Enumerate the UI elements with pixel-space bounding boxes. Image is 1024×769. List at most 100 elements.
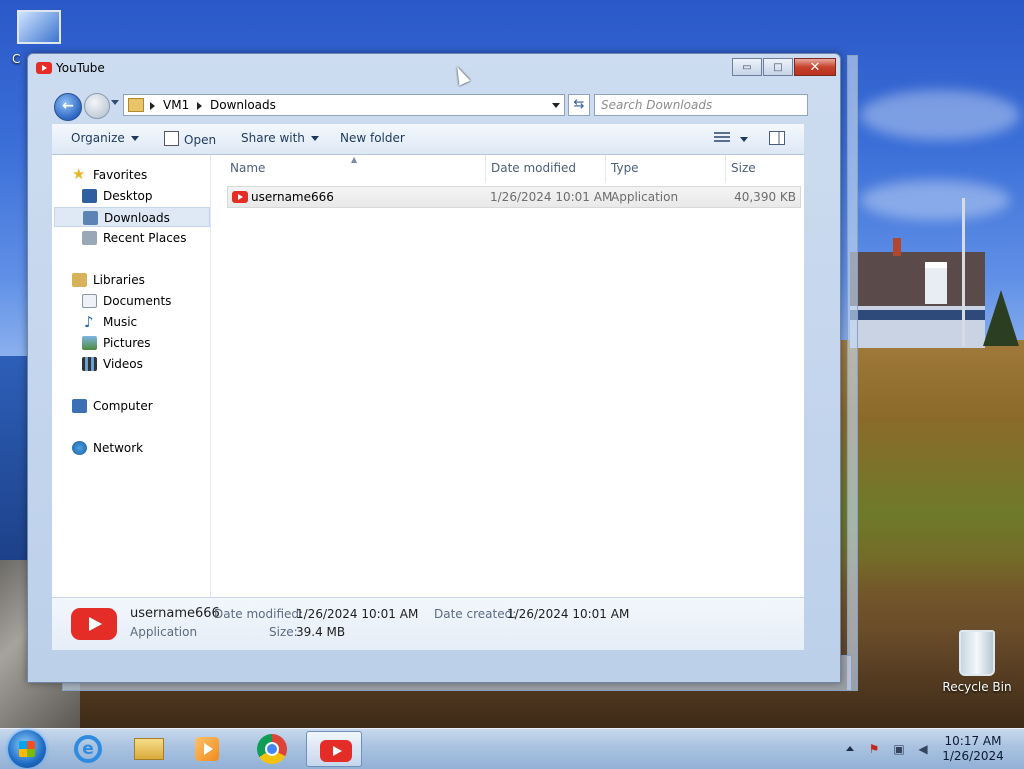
open-label: Open [184, 133, 217, 147]
sidebar-item-documents[interactable]: Documents [52, 291, 208, 311]
sidebar-network-label: Network [93, 441, 144, 455]
sidebar-item-network[interactable]: Network [52, 438, 208, 458]
details-size-label: Size: [269, 625, 298, 639]
forward-button[interactable] [84, 93, 110, 119]
file-list: ▲ Name Date modified Type Size username6… [211, 155, 804, 597]
sidebar-item-videos[interactable]: Videos [52, 354, 208, 374]
taskbar-windows-explorer[interactable] [120, 731, 176, 767]
libraries-icon [72, 273, 87, 287]
sidebar-item-desktop[interactable]: Desktop [52, 186, 208, 206]
window-titlebar[interactable]: YouTube ▭ □ ✕ [28, 54, 840, 84]
navigation-pane: ★ Favorites Desktop Downloads Recent Pla… [52, 155, 211, 597]
breadcrumb-vm1[interactable]: VM1 [163, 98, 189, 112]
desktop-icon [82, 189, 97, 203]
network-icon [72, 441, 87, 455]
youtube-icon [36, 62, 52, 74]
taskbar-internet-explorer[interactable]: e [60, 731, 116, 767]
media-player-icon [195, 737, 219, 761]
system-clock[interactable]: 10:17 AM 1/26/2024 [936, 734, 1010, 764]
sidebar-item-pictures[interactable]: Pictures [52, 333, 208, 353]
details-pane: username666 Application Date modified: 1… [52, 597, 804, 650]
taskbar-google-chrome[interactable] [243, 731, 299, 767]
youtube-icon [71, 608, 117, 640]
column-header-date-modified[interactable]: Date modified [491, 161, 576, 175]
sidebar-computer-label: Computer [93, 399, 153, 413]
ghost-window-edge [847, 55, 858, 691]
sidebar-item-recent-places[interactable]: Recent Places [52, 228, 208, 248]
column-header-name[interactable]: Name [230, 161, 265, 175]
column-divider[interactable] [725, 155, 726, 183]
clock-date: 1/26/2024 [942, 749, 1004, 763]
chevron-down-icon [130, 136, 139, 141]
sidebar-item-libraries[interactable]: Libraries [52, 270, 208, 290]
sidebar-item-computer[interactable]: Computer [52, 396, 208, 416]
share-with-menu[interactable]: Share with [241, 131, 319, 145]
column-divider[interactable] [605, 155, 606, 183]
share-with-label: Share with [241, 131, 305, 145]
breadcrumb-separator-icon[interactable] [197, 102, 202, 110]
command-toolbar: Organize Open Share with New folder [52, 124, 804, 155]
folder-icon [134, 738, 164, 760]
file-name: username666 [251, 190, 334, 204]
window-title: YouTube [56, 61, 105, 75]
taskbar-media-player[interactable] [180, 731, 236, 767]
refresh-button[interactable]: ⇆ [568, 94, 590, 116]
desktop-recycle-bin[interactable]: Recycle Bin [940, 630, 1014, 694]
star-icon: ★ [72, 165, 86, 183]
close-button[interactable]: ✕ [794, 58, 836, 76]
breadcrumb-downloads[interactable]: Downloads [210, 98, 276, 112]
organize-label: Organize [71, 131, 125, 145]
caption-buttons: ▭ □ ✕ [732, 58, 836, 78]
minimize-button[interactable]: ▭ [732, 58, 762, 76]
internet-explorer-icon: e [74, 735, 102, 763]
network-tray-icon[interactable]: ▣ [891, 741, 907, 757]
details-file-type: Application [130, 625, 198, 639]
sidebar-desktop-label: Desktop [103, 189, 153, 203]
music-note-icon: ♪ [84, 313, 94, 331]
new-folder-button[interactable]: New folder [340, 131, 405, 145]
column-divider[interactable] [485, 155, 486, 183]
details-date-created-value: 1/26/2024 10:01 AM [507, 607, 630, 621]
arrow-left-icon: ← [62, 98, 74, 114]
recycle-bin-icon [959, 630, 995, 676]
volume-muted-icon[interactable]: ◀ [915, 741, 931, 757]
sidebar-libraries-label: Libraries [93, 273, 145, 287]
preview-pane-icon[interactable] [769, 131, 785, 145]
open-button[interactable]: Open [164, 131, 216, 147]
videos-icon [82, 357, 97, 371]
taskbar: e ⚑ ▣ ◀ 10:17 AM 1/26/2024 [0, 728, 1024, 769]
file-type: Application [611, 190, 679, 204]
sidebar-item-downloads[interactable]: Downloads [54, 207, 210, 227]
taskbar-youtube[interactable] [306, 731, 362, 767]
explorer-window: YouTube ▭ □ ✕ ← VM1 Downloads ⇆ Search D… [27, 53, 841, 683]
start-button[interactable] [8, 730, 46, 768]
back-button[interactable]: ← [54, 93, 82, 121]
action-center-flag-icon[interactable]: ⚑ [866, 741, 882, 757]
clock-time: 10:17 AM [944, 734, 1002, 748]
sidebar-music-label: Music [103, 315, 138, 329]
youtube-icon [232, 191, 248, 203]
view-options-dropdown[interactable] [740, 137, 748, 142]
change-view-icon[interactable] [714, 132, 730, 144]
sidebar-downloads-label: Downloads [104, 211, 170, 225]
column-header-size[interactable]: Size [731, 161, 756, 175]
youtube-icon [320, 740, 352, 762]
recent-pages-dropdown[interactable] [111, 100, 119, 105]
file-size: 40,390 KB [734, 190, 796, 204]
address-row: ← VM1 Downloads ⇆ Search Downloads [46, 90, 836, 122]
address-dropdown-icon[interactable] [552, 103, 560, 108]
maximize-button[interactable]: □ [763, 58, 793, 76]
address-bar[interactable]: VM1 Downloads [123, 94, 565, 116]
sidebar-item-favorites[interactable]: ★ Favorites [52, 165, 208, 185]
documents-icon [82, 294, 97, 308]
organize-menu[interactable]: Organize [71, 131, 139, 145]
file-date-modified: 1/26/2024 10:01 AM [490, 190, 613, 204]
table-row[interactable]: username666 1/26/2024 10:01 AM Applicati… [227, 186, 801, 208]
sort-arrow-icon: ▲ [351, 155, 358, 164]
breadcrumb-separator-icon[interactable] [150, 102, 155, 110]
column-header-type[interactable]: Type [611, 161, 639, 175]
show-hidden-icons-button[interactable] [846, 746, 854, 751]
sidebar-item-music[interactable]: ♪ Music [52, 312, 208, 332]
search-input[interactable]: Search Downloads [594, 94, 808, 116]
details-date-created-label: Date created: [434, 607, 517, 621]
